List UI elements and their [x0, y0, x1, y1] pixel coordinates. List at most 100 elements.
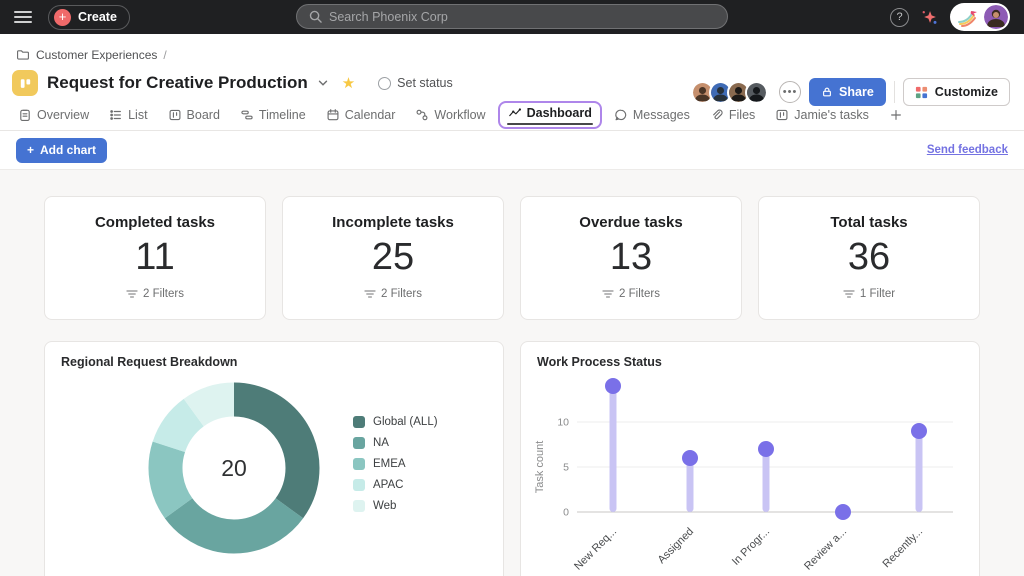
legend-item[interactable]: APAC — [353, 479, 438, 491]
stat-filters[interactable]: 2 Filters — [283, 288, 503, 300]
filter-icon — [364, 289, 376, 299]
tab-jamies-tasks[interactable]: Jamie's tasks — [767, 103, 877, 127]
paperclip-icon — [710, 108, 724, 122]
legend-item[interactable]: Web — [353, 500, 438, 512]
set-status-button[interactable]: Set status — [378, 76, 453, 90]
x-tick-label: Recently... — [880, 526, 925, 571]
tab-add-tab[interactable] — [881, 103, 911, 127]
stat-card-total-tasks[interactable]: Total tasks361 Filter — [758, 196, 980, 320]
x-tick-label: In Progr... — [730, 526, 772, 568]
tab-list[interactable]: List — [101, 103, 155, 127]
topbar-right: ? — [890, 3, 1010, 31]
create-button[interactable]: + Create — [48, 5, 130, 30]
tab-files[interactable]: Files — [702, 103, 763, 127]
chart-legend: Global (ALL) NA EMEA APAC Web — [353, 416, 438, 512]
tab-dashboard[interactable]: Dashboard — [498, 101, 602, 129]
x-tick-label: Assigned — [656, 526, 696, 566]
lollipop-stem — [610, 386, 617, 512]
calendar-icon — [326, 108, 340, 122]
asana-dashboard-app: + Create Search Phoenix Corp ? — [0, 0, 1024, 576]
member-avatar[interactable] — [745, 81, 768, 104]
x-tick-label: Review a... — [802, 526, 849, 573]
tab-label: Files — [729, 108, 755, 122]
chart-title: Work Process Status — [537, 355, 963, 369]
stat-value: 25 — [283, 237, 503, 279]
stat-filters[interactable]: 2 Filters — [521, 288, 741, 300]
stat-card-completed-tasks[interactable]: Completed tasks 11 2 Filters — [44, 196, 266, 320]
lollipop-stem — [916, 431, 923, 512]
customize-grid-icon — [915, 86, 928, 99]
lollipop-chart: 0510Task countNew Req...AssignedIn Progr… — [521, 342, 982, 576]
user-menu[interactable] — [950, 3, 1010, 31]
user-avatar — [984, 5, 1008, 29]
stats-row: Completed tasks112 FiltersIncomplete tas… — [44, 196, 980, 320]
lollipop-dot-4[interactable] — [835, 504, 851, 520]
y-tick-label: 10 — [557, 417, 569, 429]
x-tick-label: New Req... — [572, 526, 619, 573]
more-members-button[interactable]: ••• — [779, 81, 801, 103]
search-input[interactable]: Search Phoenix Corp — [296, 4, 728, 29]
customize-button[interactable]: Customize — [903, 78, 1010, 106]
sidebar-toggle-icon[interactable] — [14, 11, 32, 23]
tab-timeline[interactable]: Timeline — [232, 103, 314, 127]
tab-workflow[interactable]: Workflow — [407, 103, 493, 127]
breadcrumb[interactable]: Customer Experiences / — [0, 46, 1024, 64]
timeline-icon — [240, 108, 254, 122]
stat-value: 11 — [45, 237, 265, 279]
tab-calendar[interactable]: Calendar — [318, 103, 404, 127]
project-header: Customer Experiences / Request for Creat… — [0, 34, 1024, 131]
chat-icon — [614, 108, 628, 122]
plus-icon: + — [27, 143, 34, 157]
board-icon — [168, 108, 182, 122]
lollipop-dot-5[interactable] — [911, 423, 927, 439]
tab-overview[interactable]: Overview — [10, 103, 97, 127]
member-avatars[interactable] — [691, 81, 768, 104]
stat-card-overdue-tasks[interactable]: Overdue tasks132 Filters — [520, 196, 742, 320]
breadcrumb-separator: / — [163, 48, 166, 62]
chevron-down-icon[interactable] — [317, 77, 329, 89]
breadcrumb-label: Customer Experiences — [36, 48, 157, 62]
lollipop-stem — [763, 449, 770, 512]
add-chart-button[interactable]: + Add chart — [16, 138, 107, 163]
donut-center-total: 20 — [146, 380, 322, 556]
filter-icon — [126, 289, 138, 299]
add-chart-label: Add chart — [40, 143, 96, 157]
legend-swatch — [353, 500, 365, 512]
share-button[interactable]: Share — [809, 78, 886, 106]
dashboard-canvas: Completed tasks112 FiltersIncomplete tas… — [0, 170, 1024, 576]
search-placeholder: Search Phoenix Corp — [329, 10, 448, 24]
lollipop-chart-card[interactable]: Work Process Status 0510Task countNew Re… — [520, 341, 980, 576]
board-icon — [775, 108, 789, 122]
page-title: Request for Creative Production — [47, 73, 308, 93]
favorite-star-icon[interactable]: ★ — [342, 74, 355, 92]
stat-filters[interactable]: 2 Filters — [45, 288, 265, 300]
stat-filters[interactable]: 1 Filter — [759, 288, 979, 300]
topbar: + Create Search Phoenix Corp ? — [0, 0, 1024, 34]
y-tick-label: 0 — [563, 507, 569, 519]
project-icon — [12, 70, 38, 96]
legend-item[interactable]: Global (ALL) — [353, 416, 438, 428]
legend-item[interactable]: EMEA — [353, 458, 438, 470]
chart-title: Regional Request Breakdown — [61, 355, 487, 369]
y-axis-label: Task count — [534, 441, 546, 494]
legend-label: EMEA — [373, 458, 406, 470]
lollipop-stem — [687, 458, 694, 512]
folder-icon — [16, 48, 30, 62]
share-label: Share — [839, 85, 874, 99]
tab-board[interactable]: Board — [160, 103, 228, 127]
lollipop-dot-3[interactable] — [758, 441, 774, 457]
phoenix-logo-icon — [956, 7, 982, 27]
stat-value: 36 — [759, 237, 979, 279]
donut-chart-card[interactable]: Regional Request Breakdown 20 Global (AL… — [44, 341, 504, 576]
stat-title: Completed tasks — [45, 214, 265, 231]
help-button[interactable]: ? — [890, 8, 909, 27]
tab-label: Dashboard — [527, 106, 592, 120]
tab-messages[interactable]: Messages — [606, 103, 698, 127]
lollipop-dot-1[interactable] — [605, 378, 621, 394]
tab-label: Board — [187, 108, 220, 122]
stat-card-incomplete-tasks[interactable]: Incomplete tasks252 Filters — [282, 196, 504, 320]
send-feedback-link[interactable]: Send feedback — [927, 144, 1008, 156]
ai-sparkle-icon[interactable] — [921, 9, 938, 26]
legend-item[interactable]: NA — [353, 437, 438, 449]
lollipop-dot-2[interactable] — [682, 450, 698, 466]
